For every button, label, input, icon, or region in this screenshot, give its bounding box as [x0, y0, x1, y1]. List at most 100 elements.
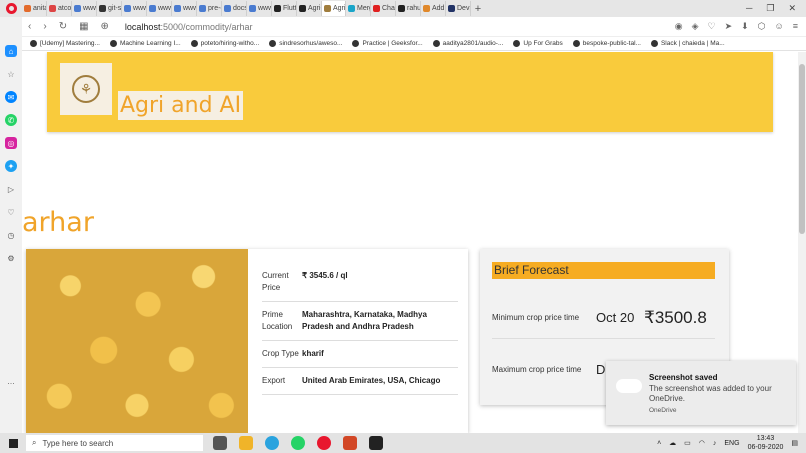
tab-0[interactable]: anitab [22, 1, 47, 16]
bookmark-8[interactable]: Slack | chaieda | Ma... [650, 40, 725, 47]
task-view-icon[interactable] [213, 436, 227, 450]
instagram-icon[interactable]: ◎ [5, 137, 17, 149]
powerpoint-icon[interactable] [343, 436, 357, 450]
tab-label: anitab [33, 5, 46, 12]
minimize-icon[interactable]: ─ [746, 3, 752, 14]
notifications-icon[interactable]: ▤ [791, 439, 798, 447]
windows-start-icon[interactable] [0, 438, 26, 448]
bookmark-2[interactable]: poteto/hiring-witho... [190, 40, 259, 47]
file-explorer-icon[interactable] [239, 436, 253, 450]
new-tab-button[interactable]: + [471, 3, 485, 15]
opera-menu-icon[interactable] [0, 0, 22, 17]
twitter-icon[interactable]: ✦ [5, 160, 17, 172]
tab-7[interactable]: pre-co [197, 1, 222, 16]
bookmark-7[interactable]: bespoke-public-tal... [572, 40, 641, 47]
onedrive-tray-icon[interactable]: ☁ [669, 439, 676, 447]
tab-10[interactable]: Flutter [272, 1, 297, 16]
forward-icon[interactable]: › [43, 21, 46, 32]
terminal-icon[interactable] [369, 436, 383, 450]
scroll-thumb[interactable] [799, 64, 805, 234]
tab-9[interactable]: www.y [247, 1, 272, 16]
tab-label: Agri-a [308, 5, 321, 12]
favicon-icon [74, 5, 81, 12]
send-sidebar-icon[interactable]: ▷ [5, 183, 17, 195]
tab-right-4[interactable]: Devpo [446, 1, 471, 16]
site-brand[interactable]: Agri and AI [118, 91, 244, 120]
tab-right-2[interactable]: rahuld [396, 1, 421, 16]
favicon-icon [199, 5, 206, 12]
tab-right-0[interactable]: Merge [346, 1, 371, 16]
tab-11[interactable]: Agri-a [297, 1, 322, 16]
tab-1[interactable]: atcold [47, 1, 72, 16]
detail-value: kharif [302, 349, 324, 358]
tab-5[interactable]: www.u [147, 1, 172, 16]
taskbar-search[interactable]: ⌕ Type here to search [26, 435, 203, 451]
favicon-icon [274, 5, 281, 12]
tab-8[interactable]: docs.p [222, 1, 247, 16]
tab-label: www.y [258, 5, 271, 12]
tab-4[interactable]: www.t [122, 1, 147, 16]
detail-row: Export United Arab Emirates, USA, Chicago [262, 368, 458, 395]
messenger-icon[interactable]: ✉ [5, 91, 17, 103]
tab-label: www.fc [83, 5, 97, 12]
onedrive-notification[interactable]: Screenshot saved The screenshot was adde… [606, 361, 796, 425]
close-window-icon[interactable]: ✕ [788, 3, 796, 14]
reload-icon[interactable]: ↻ [59, 21, 67, 32]
opera-taskbar-icon[interactable] [317, 436, 331, 450]
tab-2[interactable]: www.fc [72, 1, 97, 16]
maximize-icon[interactable]: ❐ [766, 3, 774, 14]
more-sidebar-icon[interactable]: … [5, 375, 17, 387]
speed-dial-icon[interactable]: ▦ [79, 21, 88, 32]
favicon-icon [348, 5, 355, 12]
bookmark-favicon-icon [432, 40, 440, 47]
whatsapp-icon[interactable]: ✆ [5, 114, 17, 126]
favicon-icon [249, 5, 256, 12]
language-indicator[interactable]: ENG [724, 440, 739, 447]
star-icon[interactable]: ☆ [5, 68, 17, 80]
wifi-icon[interactable]: ◠ [699, 439, 705, 447]
tab-label: www.d [183, 5, 196, 12]
heart-icon[interactable]: ♡ [708, 21, 716, 32]
tab-6[interactable]: www.d [172, 1, 197, 16]
shield-icon[interactable]: ◈ [692, 21, 699, 32]
window-controls: ─ ❐ ✕ [746, 3, 806, 14]
tab-3[interactable]: git-scr [97, 1, 122, 16]
battery-icon[interactable]: ▭ [684, 439, 691, 447]
bookmark-4[interactable]: Practice | Geeksfor... [352, 40, 423, 47]
home-icon[interactable]: ⌂ [5, 45, 17, 57]
tab-active[interactable]: Agri × [322, 1, 346, 16]
toast-title: Screenshot saved [649, 373, 718, 382]
volume-icon[interactable]: ♪ [713, 440, 717, 447]
bookmark-1[interactable]: Machine Learning I... [109, 40, 181, 47]
favicon-icon [448, 5, 455, 12]
back-icon[interactable]: ‹ [28, 21, 31, 32]
more-icon[interactable]: ≡ [793, 21, 798, 32]
bookmark-0[interactable]: [Udemy] Mastering... [30, 40, 100, 47]
max-label: Maximum crop price time [492, 364, 582, 374]
bookmark-5[interactable]: aaditya2801/audio-... [432, 40, 503, 47]
tab-right-3[interactable]: Add V [421, 1, 446, 16]
history-icon[interactable]: ◷ [5, 229, 17, 241]
settings-icon[interactable]: ⚙ [5, 252, 17, 264]
send-icon[interactable]: ➤ [725, 21, 733, 32]
cube-icon[interactable]: ⬡ [758, 21, 766, 32]
telegram-icon[interactable] [265, 436, 279, 450]
clock[interactable]: 13:43 06-09-2020 [748, 434, 784, 452]
heart-sidebar-icon[interactable]: ♡ [5, 206, 17, 218]
wheat-icon: ⚘ [72, 75, 100, 103]
camera-icon[interactable]: ◉ [675, 21, 683, 32]
detail-value: United Arab Emirates, USA, Chicago [302, 376, 441, 385]
download-icon[interactable]: ⬇ [741, 21, 749, 32]
site-logo[interactable]: ⚘ [60, 63, 112, 115]
url-field[interactable]: localhost:5000/commodity/arhar [125, 22, 253, 32]
detail-row: Crop Type kharif [262, 341, 458, 368]
bookmark-6[interactable]: Up For Grabs [513, 40, 563, 47]
tab-right-1[interactable]: Chann [371, 1, 396, 16]
tab-bar: anitab atcold www.fc git-scr www.t www.u www.d… [0, 0, 806, 17]
bookmark-3[interactable]: sindresorhus/aweso... [269, 40, 342, 47]
whatsapp-taskbar-icon[interactable] [291, 436, 305, 450]
chevron-up-icon[interactable]: ˄ [657, 440, 661, 447]
page-scrollbar[interactable] [798, 52, 806, 433]
cloud-icon [616, 379, 642, 393]
profile-icon[interactable]: ☺ [775, 21, 784, 32]
